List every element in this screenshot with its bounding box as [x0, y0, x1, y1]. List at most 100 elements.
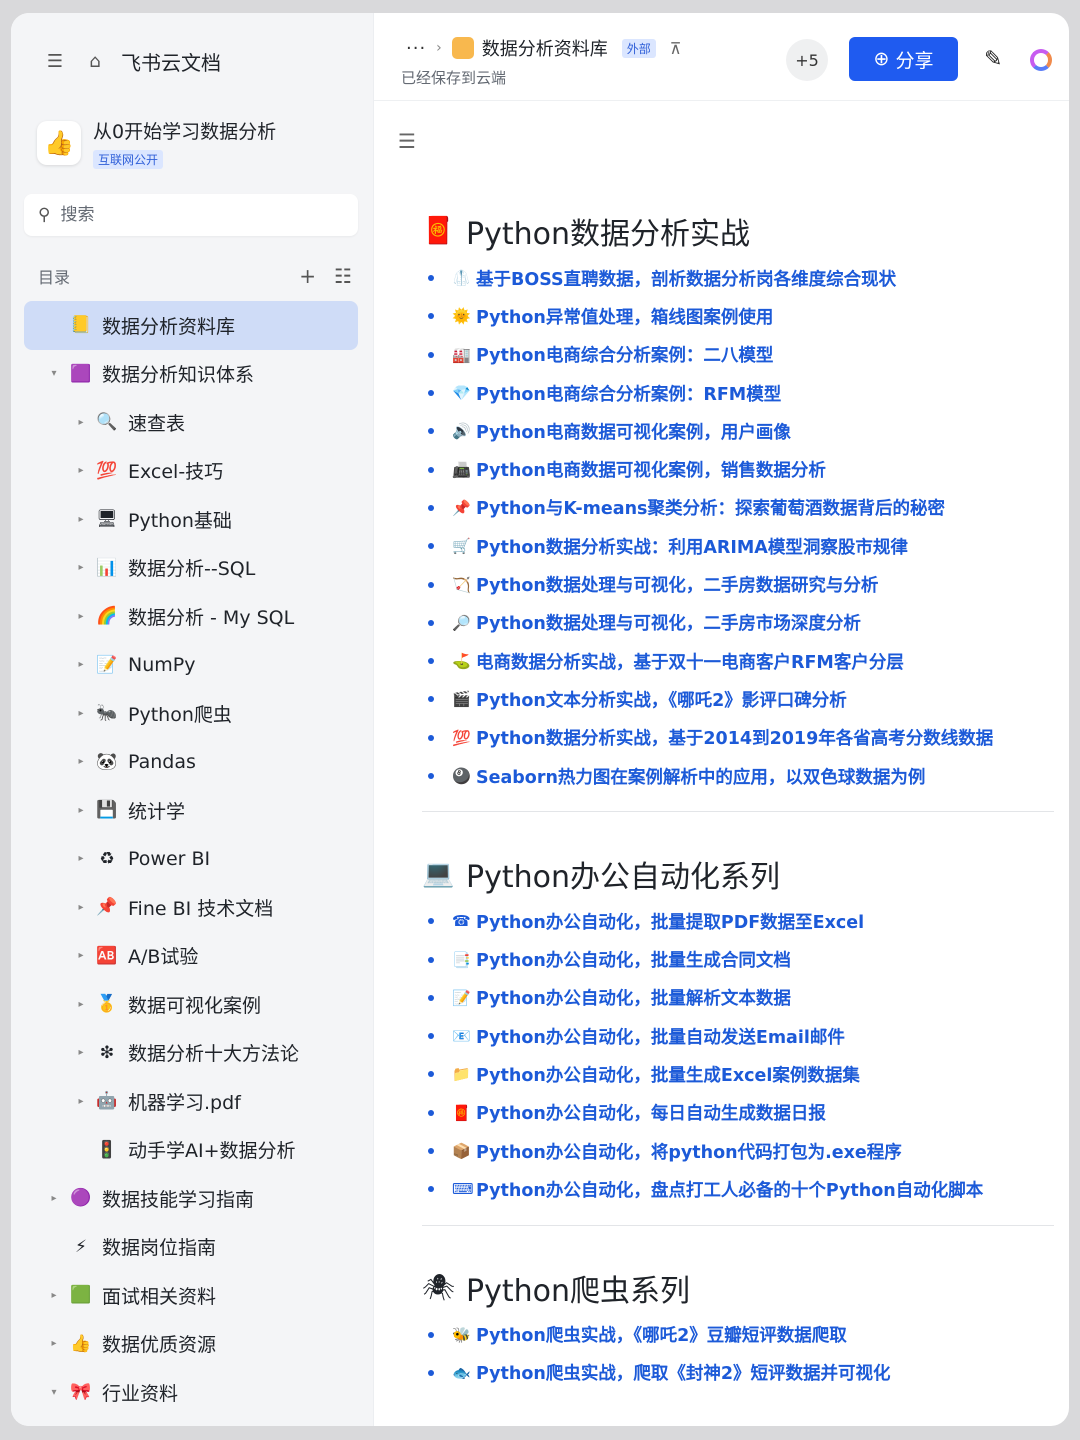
- doc-link[interactable]: 🏹 Python数据处理与可视化，二手房数据研究与分析: [422, 565, 1062, 603]
- doc-link[interactable]: 📌 Python与K-means聚类分析：探索葡萄酒数据背后的秘密: [422, 489, 1062, 527]
- link-text[interactable]: Seaborn热力图在案例解析中的应用，以双色球数据为例: [476, 764, 925, 789]
- link-text[interactable]: Python办公自动化，批量提取PDF数据至Excel: [476, 909, 864, 934]
- caret-right-icon[interactable]: ▸: [75, 611, 87, 622]
- sidebar-item[interactable]: ▸ 🟣 数据技能学习指南: [24, 1174, 358, 1223]
- doc-link[interactable]: 🎱 Seaborn热力图在案例解析中的应用，以双色球数据为例: [422, 757, 1062, 795]
- list-settings-icon[interactable]: ☷: [334, 264, 352, 288]
- caret-right-icon[interactable]: ▸: [75, 853, 87, 864]
- caret-right-icon[interactable]: ▸: [75, 999, 87, 1010]
- doc-link[interactable]: 🔎 Python数据处理与可视化，二手房市场深度分析: [422, 604, 1062, 642]
- doc-link[interactable]: ⌨ Python办公自动化，盘点打工人必备的十个Python自动化脚本: [422, 1170, 1062, 1208]
- caret-right-icon[interactable]: ▸: [48, 1338, 60, 1349]
- sidebar-item[interactable]: ▸ 📊 数据分析--SQL: [24, 544, 358, 593]
- sidebar-item[interactable]: ▸ 💾 统计学: [24, 786, 358, 835]
- caret-right-icon[interactable]: ▸: [75, 708, 87, 719]
- pin-icon[interactable]: ⊼: [670, 39, 682, 58]
- caret-right-icon[interactable]: ▸: [75, 1096, 87, 1107]
- doc-link[interactable]: 🌞 Python异常值处理，箱线图案例使用: [422, 297, 1062, 335]
- sidebar-item[interactable]: ▸ 🔍 速查表: [24, 398, 358, 447]
- caret-down-icon[interactable]: ▾: [48, 1387, 60, 1398]
- search-input[interactable]: [60, 205, 321, 225]
- doc-link[interactable]: 📦 Python办公自动化，将python代码打包为.exe程序: [422, 1132, 1062, 1170]
- caret-right-icon[interactable]: ▸: [75, 465, 87, 476]
- sidebar-item[interactable]: ▸ 📝 NumPy: [24, 641, 358, 690]
- sidebar-item[interactable]: 🚦 动手学AI+数据分析: [24, 1126, 358, 1175]
- doc-link[interactable]: 🧧 Python办公自动化，每日自动生成数据日报: [422, 1094, 1062, 1132]
- caret-right-icon[interactable]: ▸: [48, 1290, 60, 1301]
- caret-right-icon[interactable]: ▸: [75, 562, 87, 573]
- collapse-sidebar-icon[interactable]: ☰: [43, 49, 67, 73]
- doc-link[interactable]: 🐝 Python爬虫实战，《哪吒2》豆瓣短评数据爬取: [422, 1316, 1062, 1354]
- doc-link[interactable]: 🎬 Python文本分析实战，《哪吒2》影评口碑分析: [422, 680, 1062, 718]
- caret-right-icon[interactable]: ▸: [75, 805, 87, 816]
- sidebar-item[interactable]: ▸ 👍 数据优质资源: [24, 1320, 358, 1369]
- link-text[interactable]: Python办公自动化，批量解析文本数据: [476, 985, 791, 1010]
- sidebar-item[interactable]: ▸ 🥇 数据可视化案例: [24, 980, 358, 1029]
- outline-icon[interactable]: ☰: [398, 129, 416, 153]
- link-text[interactable]: Python异常值处理，箱线图案例使用: [476, 304, 773, 329]
- sidebar-item[interactable]: ▸ 🐼 Pandas: [24, 738, 358, 787]
- link-text[interactable]: Python数据分析实战，基于2014到2019年各省高考分数线数据: [476, 725, 993, 750]
- caret-right-icon[interactable]: ▸: [75, 902, 87, 913]
- link-text[interactable]: Python办公自动化，批量生成Excel案例数据集: [476, 1062, 860, 1087]
- sidebar-item[interactable]: ▸ ♻ Power BI: [24, 835, 358, 884]
- doc-link[interactable]: 📧 Python办公自动化，批量自动发送Email邮件: [422, 1017, 1062, 1055]
- link-text[interactable]: Python办公自动化，将python代码打包为.exe程序: [476, 1139, 902, 1164]
- doc-link[interactable]: ☎ Python办公自动化，批量提取PDF数据至Excel: [422, 902, 1062, 940]
- doc-link[interactable]: ⛳ 电商数据分析实战，基于双十一电商客户RFM客户分层: [422, 642, 1062, 680]
- link-text[interactable]: Python办公自动化，批量自动发送Email邮件: [476, 1024, 845, 1049]
- collaborators-button[interactable]: +5: [786, 39, 828, 81]
- doc-link[interactable]: 📑 Python办公自动化，批量生成合同文档: [422, 940, 1062, 978]
- sidebar-item[interactable]: ▸ 📌 Fine BI 技术文档: [24, 883, 358, 932]
- link-text[interactable]: 电商数据分析实战，基于双十一电商客户RFM客户分层: [476, 649, 904, 674]
- link-text[interactable]: Python爬虫实战，爬取《封神2》短评数据并可视化: [476, 1360, 891, 1385]
- link-text[interactable]: Python数据处理与可视化，二手房市场深度分析: [476, 610, 861, 635]
- caret-right-icon[interactable]: ▸: [48, 1193, 60, 1204]
- link-text[interactable]: Python数据处理与可视化，二手房数据研究与分析: [476, 572, 878, 597]
- caret-right-icon[interactable]: ▸: [75, 514, 87, 525]
- edit-icon[interactable]: ✎: [984, 47, 1002, 72]
- link-text[interactable]: Python电商综合分析案例：RFM模型: [476, 381, 781, 406]
- link-text[interactable]: Python电商数据可视化案例，销售数据分析: [476, 457, 826, 482]
- doc-link[interactable]: 📝 Python办公自动化，批量解析文本数据: [422, 979, 1062, 1017]
- doc-link[interactable]: 🥼 基于BOSS直聘数据，剖析数据分析岗各维度综合现状: [422, 259, 1062, 297]
- share-button[interactable]: ⊕ 分享: [849, 37, 958, 81]
- doc-link[interactable]: 🐟 Python爬虫实战，爬取《封神2》短评数据并可视化: [422, 1354, 1062, 1392]
- doc-link[interactable]: 🔊 Python电商数据可视化案例，用户画像: [422, 412, 1062, 450]
- sidebar-item[interactable]: 📒 数据分析资料库: [24, 301, 358, 350]
- link-text[interactable]: Python办公自动化，每日自动生成数据日报: [476, 1100, 826, 1125]
- doc-link[interactable]: 🛒 Python数据分析实战：利用ARIMA模型洞察股市规律: [422, 527, 1062, 565]
- sidebar-item[interactable]: ▾ 🟪 数据分析知识体系: [24, 350, 358, 399]
- link-text[interactable]: Python电商数据可视化案例，用户画像: [476, 419, 791, 444]
- doc-link[interactable]: 📁 Python办公自动化，批量生成Excel案例数据集: [422, 1055, 1062, 1093]
- search-box[interactable]: ⚲: [24, 194, 358, 236]
- workspace-header[interactable]: 👍 从0开始学习数据分析 互联网公开: [37, 117, 276, 169]
- link-text[interactable]: Python办公自动化，批量生成合同文档: [476, 947, 791, 972]
- more-breadcrumb-button[interactable]: ···: [406, 38, 426, 59]
- sidebar-item[interactable]: ▸ 🟩 面试相关资料: [24, 1271, 358, 1320]
- sidebar-item[interactable]: ▸ ❇ 数据分析十大方法论: [24, 1029, 358, 1078]
- link-text[interactable]: Python与K-means聚类分析：探索葡萄酒数据背后的秘密: [476, 495, 945, 520]
- sidebar-item[interactable]: ▸ 🐜 Python爬虫: [24, 689, 358, 738]
- link-text[interactable]: Python办公自动化，盘点打工人必备的十个Python自动化脚本: [476, 1177, 983, 1202]
- sidebar-item[interactable]: ▸ 💯 Excel-技巧: [24, 447, 358, 496]
- link-text[interactable]: Python数据分析实战：利用ARIMA模型洞察股市规律: [476, 534, 908, 559]
- home-icon[interactable]: ⌂: [83, 49, 107, 73]
- link-text[interactable]: Python文本分析实战，《哪吒2》影评口碑分析: [476, 687, 847, 712]
- link-text[interactable]: 基于BOSS直聘数据，剖析数据分析岗各维度综合现状: [476, 266, 896, 291]
- sidebar-item[interactable]: ▸ 🆎 A/B试验: [24, 932, 358, 981]
- doc-title[interactable]: 数据分析资料库: [482, 35, 608, 61]
- sidebar-item[interactable]: ▸ 🌈 数据分析 - My SQL: [24, 592, 358, 641]
- sidebar-item[interactable]: ▸ 🖥 Python基础: [24, 495, 358, 544]
- brand-title[interactable]: 飞书云文档: [121, 47, 221, 76]
- doc-link[interactable]: 📠 Python电商数据可视化案例，销售数据分析: [422, 450, 1062, 488]
- link-text[interactable]: Python电商综合分析案例：二八模型: [476, 342, 773, 367]
- doc-link[interactable]: 💎 Python电商综合分析案例：RFM模型: [422, 374, 1062, 412]
- sidebar-item[interactable]: ⚡ 数据岗位指南: [24, 1223, 358, 1272]
- caret-right-icon[interactable]: ▸: [75, 1047, 87, 1058]
- ai-assistant-icon[interactable]: [1030, 49, 1052, 71]
- caret-right-icon[interactable]: ▸: [75, 659, 87, 670]
- doc-link[interactable]: 💯 Python数据分析实战，基于2014到2019年各省高考分数线数据: [422, 719, 1062, 757]
- caret-right-icon[interactable]: ▸: [75, 950, 87, 961]
- link-text[interactable]: Python爬虫实战，《哪吒2》豆瓣短评数据爬取: [476, 1322, 847, 1347]
